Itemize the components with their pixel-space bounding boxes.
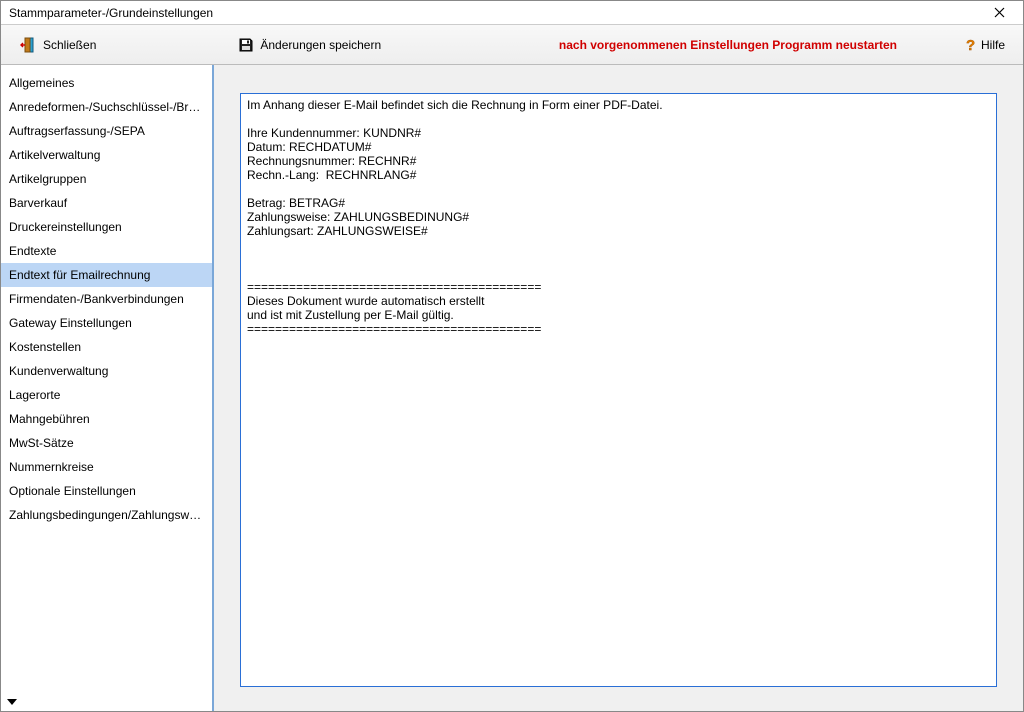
close-button[interactable]: Schließen <box>13 34 102 56</box>
sidebar: AllgemeinesAnredeformen-/Suchschlüssel-/… <box>1 65 214 711</box>
chevron-down-icon <box>7 699 17 705</box>
help-button[interactable]: ? Hilfe <box>957 35 1011 55</box>
sidebar-item[interactable]: Lagerorte <box>1 383 212 407</box>
sidebar-item[interactable]: Nummernkreise <box>1 455 212 479</box>
sidebar-item[interactable]: Endtexte <box>1 239 212 263</box>
restart-notice: nach vorgenommenen Einstellungen Program… <box>559 38 897 52</box>
sidebar-item[interactable]: Kostenstellen <box>1 335 212 359</box>
close-button-label: Schließen <box>43 38 96 52</box>
sidebar-item[interactable]: MwSt-Sätze <box>1 431 212 455</box>
sidebar-item[interactable]: Zahlungsbedingungen/Zahlungsweisen <box>1 503 212 527</box>
toolbar: Schließen Änderungen speichern nach vorg… <box>1 25 1023 65</box>
close-icon <box>994 7 1005 18</box>
help-icon: ? <box>963 37 977 53</box>
content-area <box>214 65 1023 711</box>
sidebar-item[interactable]: Endtext für Emailrechnung <box>1 263 212 287</box>
sidebar-item[interactable]: Kundenverwaltung <box>1 359 212 383</box>
save-button-label: Änderungen speichern <box>260 38 381 52</box>
svg-text:?: ? <box>966 37 975 53</box>
save-button[interactable]: Änderungen speichern <box>232 35 387 55</box>
sidebar-item[interactable]: Gateway Einstellungen <box>1 311 212 335</box>
sidebar-item[interactable]: Mahngebühren <box>1 407 212 431</box>
sidebar-item[interactable]: Auftragserfassung-/SEPA <box>1 119 212 143</box>
sidebar-item[interactable]: Optionale Einstellungen <box>1 479 212 503</box>
sidebar-item[interactable]: Firmendaten-/Bankverbindungen <box>1 287 212 311</box>
window-close-button[interactable] <box>979 2 1019 24</box>
sidebar-item[interactable]: Allgemeines <box>1 71 212 95</box>
sidebar-expand-toggle[interactable] <box>1 695 212 711</box>
door-exit-icon <box>19 36 37 54</box>
help-button-label: Hilfe <box>981 38 1005 52</box>
sidebar-item[interactable]: Anredeformen-/Suchschlüssel-/Branchen <box>1 95 212 119</box>
sidebar-item[interactable]: Druckereinstellungen <box>1 215 212 239</box>
body: AllgemeinesAnredeformen-/Suchschlüssel-/… <box>1 65 1023 711</box>
email-endtext-editor[interactable] <box>240 93 997 687</box>
save-icon <box>238 37 254 53</box>
sidebar-item[interactable]: Barverkauf <box>1 191 212 215</box>
window-title: Stammparameter-/Grundeinstellungen <box>9 6 979 20</box>
sidebar-item[interactable]: Artikelverwaltung <box>1 143 212 167</box>
window-titlebar: Stammparameter-/Grundeinstellungen <box>1 1 1023 25</box>
sidebar-item[interactable]: Artikelgruppen <box>1 167 212 191</box>
